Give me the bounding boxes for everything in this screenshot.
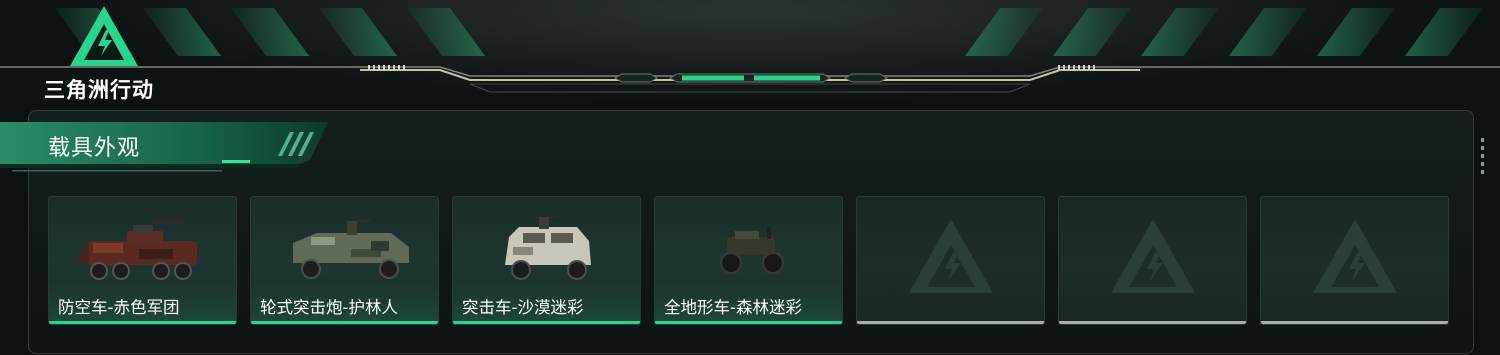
- selected-indicator: [251, 321, 438, 324]
- skin-card-empty[interactable]: [1260, 196, 1449, 325]
- skin-card-list: 防空车-赤色军团 轮式突击炮-护林人 突击车-沙漠迷彩 全地形车-森林迷彩: [48, 196, 1450, 326]
- brand-name: 三角洲行动: [44, 78, 154, 102]
- slot-indicator: [1059, 321, 1246, 324]
- selected-indicator: [49, 321, 236, 324]
- selected-indicator: [453, 321, 640, 324]
- selected-indicator: [655, 321, 842, 324]
- skin-card-label: 轮式突击炮-护林人: [260, 298, 398, 317]
- empty-slot-logo-icon: [1111, 219, 1195, 293]
- skin-card-assault-car[interactable]: 突击车-沙漠迷彩: [452, 196, 641, 325]
- section-title: 载具外观: [48, 136, 141, 161]
- slot-indicator: [857, 321, 1044, 324]
- delta-logo-icon: [70, 6, 138, 66]
- skin-card-empty[interactable]: [1058, 196, 1247, 325]
- empty-slot-logo-icon: [909, 219, 993, 293]
- skin-card-label: 突击车-沙漠迷彩: [462, 298, 584, 317]
- skin-card-wheeled-assault-gun[interactable]: 轮式突击炮-护林人: [250, 196, 439, 325]
- skin-card-empty[interactable]: [856, 196, 1045, 325]
- skin-card-label: 防空车-赤色军团: [58, 298, 180, 317]
- slot-indicator: [1261, 321, 1448, 324]
- skin-card-anti-air[interactable]: 防空车-赤色军团: [48, 196, 237, 325]
- skin-card-atv[interactable]: 全地形车-森林迷彩: [654, 196, 843, 325]
- skin-card-label: 全地形车-森林迷彩: [664, 298, 802, 317]
- panel-scroll-indicator: [1481, 138, 1485, 180]
- header-frame-lines: [0, 65, 1500, 93]
- empty-slot-logo-icon: [1313, 219, 1397, 293]
